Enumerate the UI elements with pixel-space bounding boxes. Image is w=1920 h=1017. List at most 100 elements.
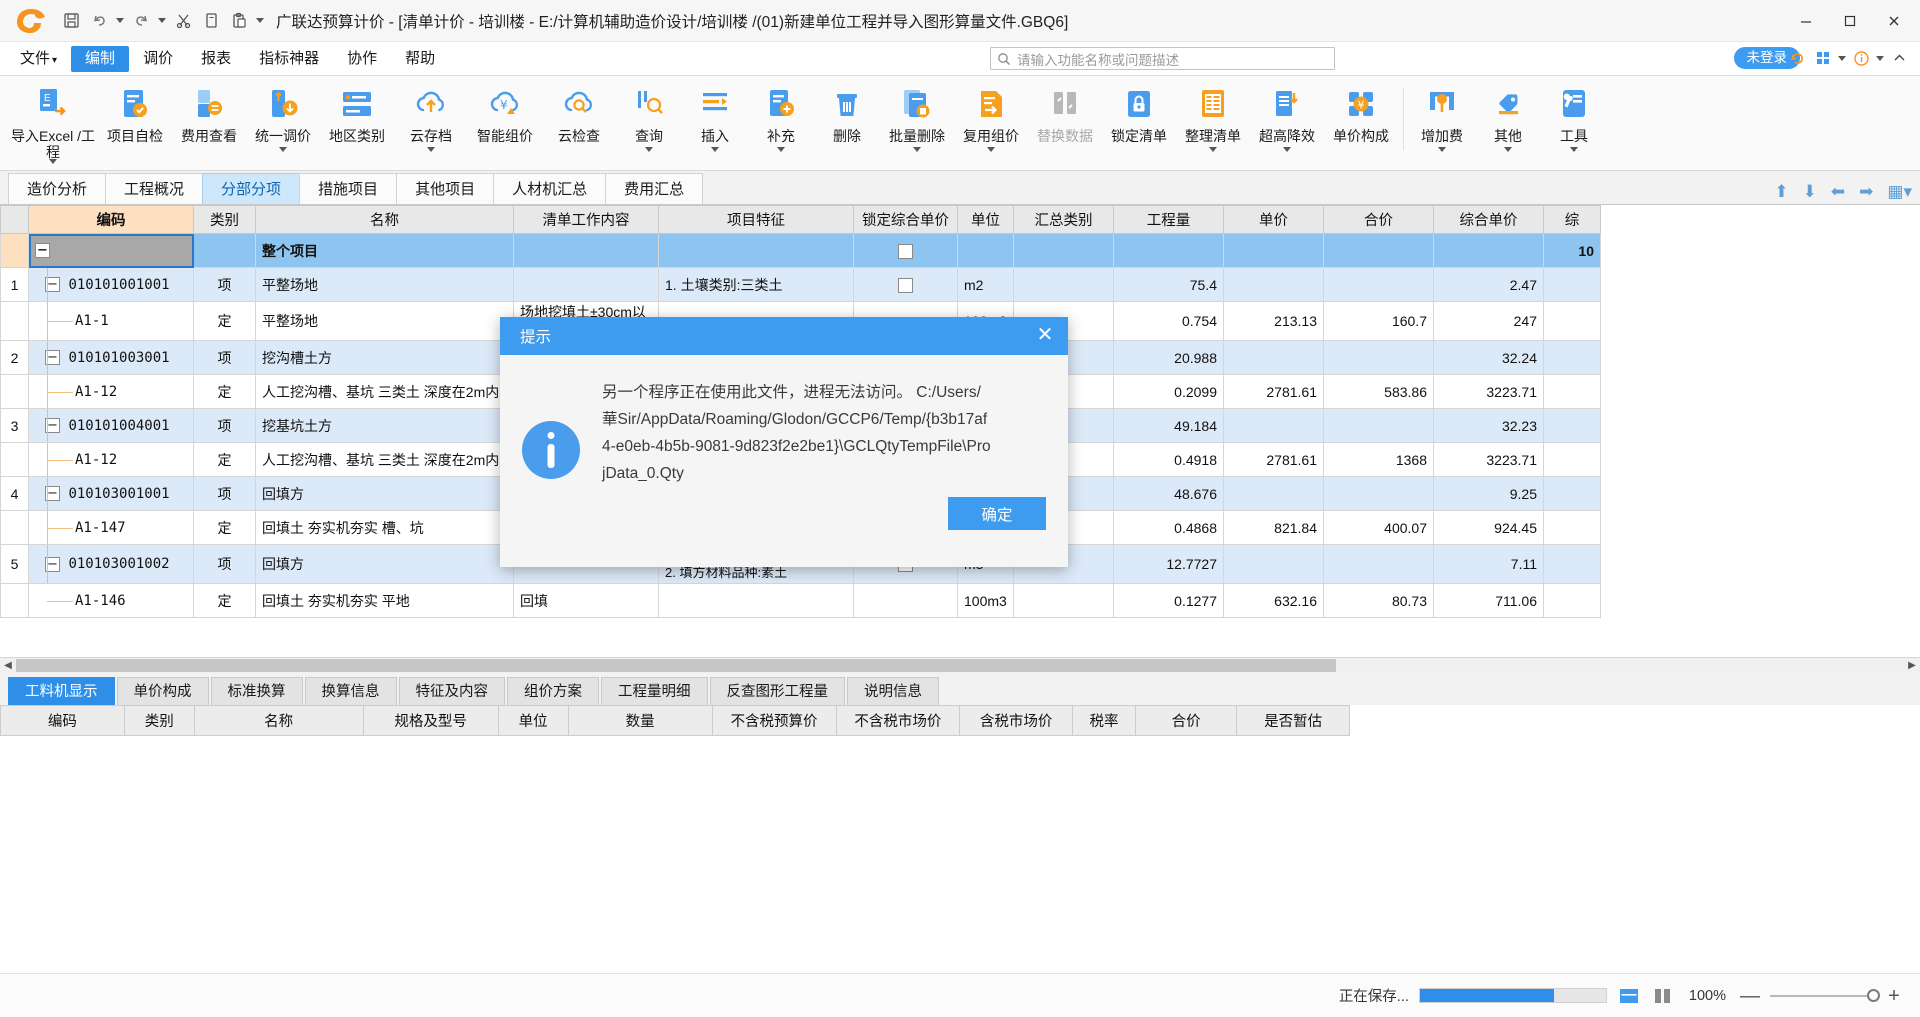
ribbon-button-smart-pricing[interactable]: ¥ 智能组价	[468, 80, 542, 144]
table-row[interactable]: 1 − 010101001001 项 平整场地 1. 土壤类别:三类土 m2 7…	[0, 267, 1601, 302]
ribbon-button-unit-price-composition[interactable]: ¥ 单价构成	[1324, 80, 1398, 144]
chevron-down-icon[interactable]	[987, 147, 995, 152]
menu-item-report[interactable]: 报表	[187, 46, 245, 72]
grid-header-code[interactable]: 编码	[28, 205, 194, 234]
grid-settings-icon[interactable]: ▦▾	[1887, 183, 1912, 200]
ribbon-button-height-efficiency[interactable]: 超高降效	[1250, 80, 1324, 152]
menu-item-help[interactable]: 帮助	[391, 46, 449, 72]
chevron-down-icon[interactable]	[913, 147, 921, 152]
bottom-tab-feature-content[interactable]: 特征及内容	[398, 677, 505, 705]
bottom-tab-conversion-info[interactable]: 换算信息	[304, 677, 397, 705]
ribbon-button-cloud-archive[interactable]: 云存档	[394, 80, 468, 152]
quick-access-toolbar[interactable]	[58, 8, 266, 34]
apps-dropdown-icon[interactable]	[1838, 55, 1846, 61]
lock-checkbox[interactable]	[898, 243, 913, 259]
info-dropdown-icon[interactable]	[1876, 55, 1884, 61]
chevron-down-icon[interactable]	[1570, 147, 1578, 152]
detail-header-code[interactable]: 编码	[0, 705, 125, 736]
bottom-tab-standard-conversion[interactable]: 标准换算	[210, 677, 303, 705]
row-code-cell[interactable]: − 010101001001	[28, 267, 194, 302]
redo-icon[interactable]	[128, 8, 154, 34]
grid-header-feature[interactable]: 项目特征	[658, 205, 854, 234]
ribbon-button-unified-price[interactable]: 统一调价	[246, 80, 320, 152]
detail-header-total-price[interactable]: 合价	[1134, 705, 1238, 736]
chevron-down-icon[interactable]	[279, 147, 287, 152]
window-controls[interactable]	[1784, 0, 1916, 42]
detail-header-budget-price-excl-tax[interactable]: 不含税预算价	[711, 705, 837, 736]
menu-item-file[interactable]: 文件 ▾	[6, 46, 71, 72]
tab-measure-items[interactable]: 措施项目	[299, 173, 398, 204]
history-icon[interactable]	[1786, 45, 1808, 71]
menu-item-price-adjust[interactable]: 调价	[129, 46, 187, 72]
ribbon-button-extra-fee[interactable]: 增加费	[1409, 80, 1475, 152]
close-icon[interactable]: ✕	[1034, 325, 1056, 347]
zoom-slider[interactable]	[1770, 988, 1880, 1002]
chevron-down-icon[interactable]	[1504, 147, 1512, 152]
move-down-icon[interactable]: ⬇	[1803, 183, 1817, 200]
grid-header-unit[interactable]: 单位	[957, 205, 1014, 234]
row-code-cell[interactable]: A1-12	[28, 442, 194, 477]
zoom-slider-handle[interactable]	[1867, 988, 1880, 1002]
ribbon-button-project-check[interactable]: 项目自检	[98, 80, 172, 144]
ribbon-button-fee-view[interactable]: 费用查看	[172, 80, 246, 144]
apps-grid-icon[interactable]	[1812, 45, 1834, 71]
confirm-button[interactable]: 确定	[948, 497, 1046, 530]
bottom-tab-pricing-scheme[interactable]: 组价方案	[507, 677, 599, 705]
tab-cost-analysis[interactable]: 造价分析	[8, 173, 107, 204]
tab-nav-controls[interactable]: ⬆ ⬇ ⬅ ➡ ▦▾	[1774, 183, 1912, 200]
ribbon-button-batch-delete[interactable]: 批量删除	[880, 80, 954, 152]
bottom-tab-reverse-graphic-quantity[interactable]: 反查图形工程量	[709, 677, 845, 705]
bottom-tab-unit-price-composition[interactable]: 单价构成	[116, 677, 209, 705]
zoom-in-button[interactable]: +	[1884, 986, 1904, 1006]
detail-header-is-estimated[interactable]: 是否暂估	[1236, 705, 1350, 736]
copy-icon[interactable]	[198, 8, 224, 34]
chevron-down-icon[interactable]	[49, 159, 57, 164]
collapse-toggle-icon[interactable]: −	[35, 243, 50, 258]
detail-header-unit[interactable]: 单位	[497, 705, 569, 736]
row-code-cell[interactable]: A1-146	[28, 583, 194, 618]
lock-checkbox[interactable]	[898, 277, 913, 293]
move-right-icon[interactable]: ➡	[1859, 183, 1873, 200]
grid-header-comprehensive-extra[interactable]: 综	[1543, 205, 1601, 234]
menu-item-indicator[interactable]: 指标神器	[245, 46, 333, 72]
detail-header-tax-rate[interactable]: 税率	[1071, 705, 1137, 736]
ribbon-button-delete[interactable]: 删除	[814, 80, 880, 144]
table-row[interactable]: − 整个项目 10	[0, 233, 1601, 268]
ribbon-button-supplement[interactable]: 补充	[748, 80, 814, 152]
tab-subdivision-items[interactable]: 分部分项	[202, 173, 301, 204]
ribbon-button-reuse-pricing[interactable]: 复用组价	[954, 80, 1028, 152]
chevron-down-icon[interactable]	[1438, 147, 1446, 152]
collapse-ribbon-icon[interactable]	[1888, 45, 1910, 71]
move-left-icon[interactable]: ⬅	[1831, 183, 1845, 200]
chevron-down-icon[interactable]	[1209, 147, 1217, 152]
grid-header-work-content[interactable]: 清单工作内容	[513, 205, 659, 234]
detail-header-market-price-excl-tax[interactable]: 不含税市场价	[835, 705, 961, 736]
minimize-button[interactable]	[1784, 1, 1828, 41]
info-circle-icon[interactable]	[1850, 45, 1872, 71]
grid-header-category[interactable]: 类别	[193, 205, 256, 234]
bottom-tab-description-info[interactable]: 说明信息	[847, 677, 939, 705]
save-icon[interactable]	[58, 8, 84, 34]
scrollbar-track[interactable]	[16, 659, 1904, 672]
undo-dropdown-icon[interactable]	[114, 8, 126, 34]
chevron-down-icon[interactable]	[777, 147, 785, 152]
grid-header-summary-category[interactable]: 汇总类别	[1013, 205, 1114, 234]
row-code-cell[interactable]: − 010101003001	[28, 340, 194, 375]
maximize-button[interactable]	[1828, 1, 1872, 41]
row-code-cell[interactable]: − 010101004001	[28, 408, 194, 443]
ribbon-button-import-excel[interactable]: E 导入Excel /工程	[8, 80, 98, 164]
bottom-tab-material-display[interactable]: 工料机显示	[8, 677, 115, 705]
chevron-down-icon[interactable]	[711, 147, 719, 152]
bottom-tab-quantity-detail[interactable]: 工程量明细	[601, 677, 708, 705]
ribbon-button-organize-list[interactable]: 整理清单	[1176, 80, 1250, 152]
ribbon-button-insert[interactable]: 插入	[682, 80, 748, 152]
move-up-icon[interactable]: ⬆	[1774, 183, 1788, 200]
menu-item-collaborate[interactable]: 协作	[333, 46, 391, 72]
detail-header-category[interactable]: 类别	[123, 705, 195, 736]
grid-header-quantity[interactable]: 工程量	[1113, 205, 1224, 234]
undo-icon[interactable]	[86, 8, 112, 34]
ribbon-button-query[interactable]: 查询	[616, 80, 682, 152]
grid-header-name[interactable]: 名称	[255, 205, 514, 234]
ribbon-button-others[interactable]: 其他	[1475, 80, 1541, 152]
row-lock-checkbox-cell[interactable]	[853, 233, 958, 268]
